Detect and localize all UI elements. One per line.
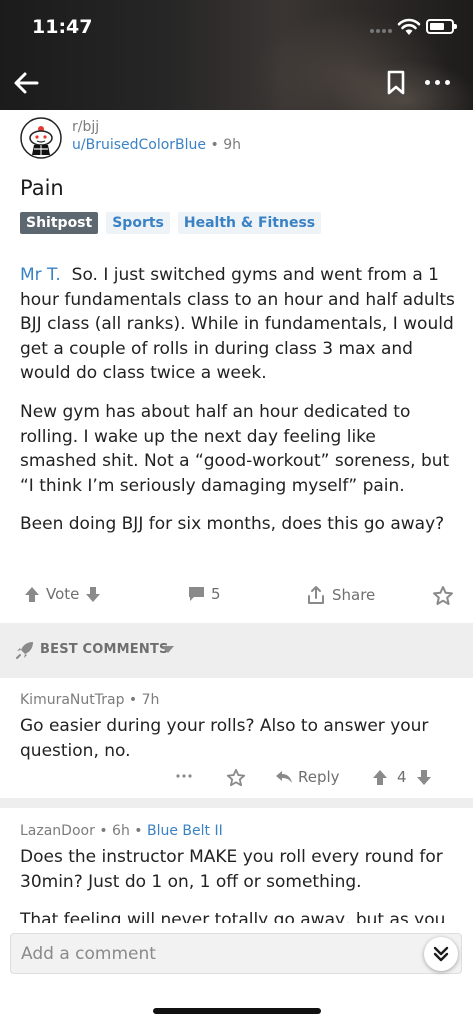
- chevron-down-icon: [162, 646, 174, 653]
- post-flairs: Shitpost Sports Health & Fitness: [20, 212, 322, 234]
- post-author[interactable]: u/BruisedColorBlue: [72, 137, 206, 153]
- comments-button[interactable]: 5: [188, 585, 221, 603]
- double-chevron-down-icon: [433, 946, 449, 962]
- meta-separator: •: [134, 823, 147, 839]
- comment-meta: LazanDoor • 6h • Blue Belt II: [20, 823, 460, 839]
- post-paragraph-1-text: So. I just switched gyms and went from a…: [20, 265, 455, 384]
- comment-composer: [0, 925, 473, 1024]
- comment-divider: [0, 798, 473, 808]
- home-indicator: [153, 1008, 321, 1014]
- comment-count: 5: [211, 585, 221, 603]
- comment-body: Go easier during your rolls? Also to ans…: [20, 716, 429, 761]
- meta-separator: •: [128, 692, 142, 708]
- rocket-icon: [16, 642, 33, 659]
- flair-health-fitness[interactable]: Health & Fitness: [177, 212, 322, 234]
- upvote-arrow-icon[interactable]: [372, 769, 388, 786]
- reply-arrow-icon: [276, 771, 292, 783]
- downvote-arrow-icon[interactable]: [416, 769, 432, 786]
- comment-item: KimuraNutTrap • 7h Go easier during your…: [20, 692, 460, 796]
- post-paragraph-2: New gym has about half an hour dedicated…: [20, 401, 450, 496]
- reply-button[interactable]: Reply: [275, 768, 340, 786]
- subreddit-avatar-icon[interactable]: [20, 117, 62, 159]
- comment-actions: Reply 4: [20, 768, 460, 794]
- comments-sort-bar[interactable]: BEST COMMENTS: [0, 623, 473, 678]
- user-mention[interactable]: Mr T.: [20, 265, 61, 285]
- bookmark-icon[interactable]: [386, 70, 406, 96]
- award-icon[interactable]: [432, 585, 454, 607]
- battery-icon: [426, 19, 457, 34]
- top-bar: 11:47: [0, 0, 473, 110]
- vote-label: Vote: [46, 585, 80, 603]
- meta-separator: •: [210, 137, 224, 153]
- share-button[interactable]: Share: [306, 585, 375, 605]
- comment-age: 7h: [141, 692, 160, 708]
- vote-group: Vote: [24, 585, 101, 603]
- more-options-icon[interactable]: [425, 80, 450, 85]
- next-comment-button[interactable]: [424, 937, 458, 971]
- add-comment-input[interactable]: [10, 933, 462, 974]
- comment-item: LazanDoor • 6h • Blue Belt II Does the i…: [20, 823, 460, 923]
- author-line: u/BruisedColorBlue • 9h: [72, 137, 241, 153]
- flair-sports[interactable]: Sports: [106, 212, 170, 234]
- wifi-icon: [397, 18, 421, 35]
- comment-author[interactable]: LazanDoor: [20, 823, 95, 839]
- comment-body-continued: That feeling will never totally go away,…: [20, 910, 446, 923]
- user-flair: Blue Belt II: [146, 823, 223, 839]
- meta-separator: •: [99, 823, 113, 839]
- post-body: Mr T. So. I just switched gyms and went …: [20, 263, 455, 551]
- share-icon: [308, 586, 324, 604]
- post-header: r/bjj u/BruisedColorBlue • 9h: [20, 117, 460, 162]
- back-arrow-icon[interactable]: [12, 69, 40, 97]
- comment-meta: KimuraNutTrap • 7h: [20, 692, 460, 708]
- status-time: 11:47: [32, 16, 93, 38]
- share-label: Share: [332, 586, 376, 604]
- sort-label: BEST COMMENTS: [40, 642, 169, 657]
- award-icon[interactable]: [226, 768, 246, 788]
- flair-shitpost[interactable]: Shitpost: [20, 212, 99, 234]
- comment-body: Does the instructor MAKE you roll every …: [20, 847, 443, 892]
- comment-score: 4: [397, 768, 407, 786]
- post-actions: Vote 5 Share: [20, 583, 455, 611]
- signal-icon: [370, 29, 392, 33]
- upvote-arrow-icon[interactable]: [24, 586, 40, 603]
- comment-vote-group: 4: [372, 768, 432, 786]
- subreddit-name[interactable]: r/bjj: [72, 119, 99, 135]
- comment-author[interactable]: KimuraNutTrap: [20, 692, 124, 708]
- comment-icon: [189, 587, 204, 601]
- post-paragraph-3: Been doing BJJ for six months, does this…: [20, 514, 445, 535]
- post-paragraph-1: Mr T. So. I just switched gyms and went …: [20, 263, 455, 386]
- post-age: 9h: [223, 137, 241, 153]
- post-title: Pain: [20, 176, 64, 200]
- comment-age: 6h: [112, 823, 130, 839]
- reply-label: Reply: [298, 768, 340, 786]
- downvote-arrow-icon[interactable]: [85, 586, 101, 603]
- more-options-icon: [176, 774, 192, 778]
- comment-more-button[interactable]: [176, 774, 192, 778]
